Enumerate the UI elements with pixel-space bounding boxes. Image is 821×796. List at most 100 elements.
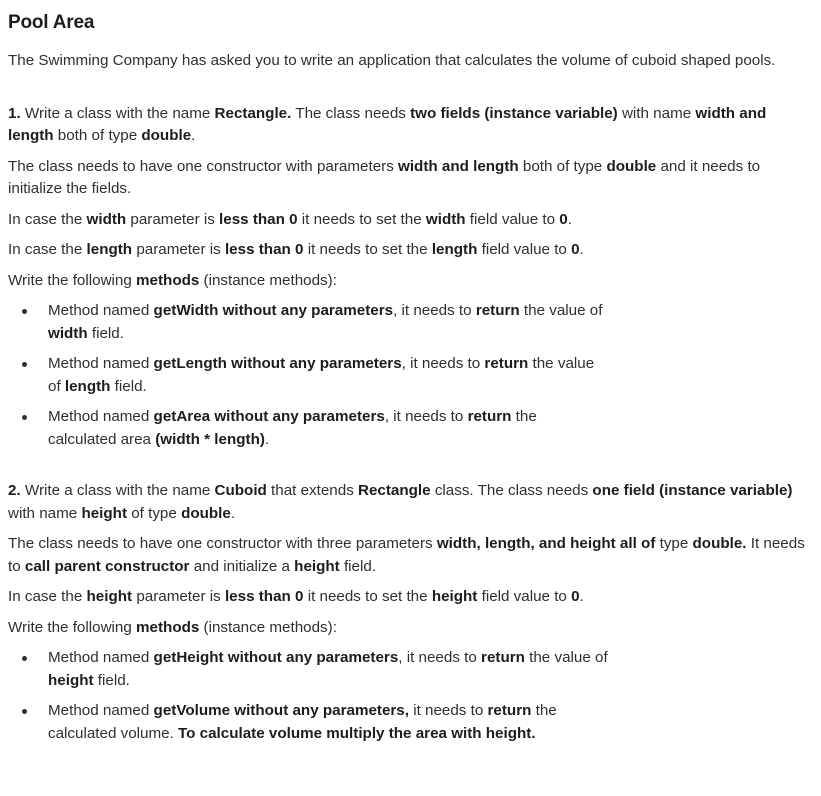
bold-text: call parent constructor — [24, 557, 190, 575]
bold-text: getArea without any parameters — [153, 408, 385, 425]
bold-text: return — [475, 302, 520, 319]
text-run: . — [567, 210, 572, 228]
text-run: and initialize a — [189, 557, 295, 575]
text-run: the value of — [519, 302, 603, 319]
bold-text: Rectangle — [358, 482, 431, 499]
text-run: the value of — [524, 649, 608, 666]
text-run: it needs to set the — [297, 210, 426, 228]
bold-text: double — [606, 157, 657, 175]
text-run: it needs to — [408, 702, 488, 719]
text-run: The class needs — [291, 104, 411, 122]
bold-text: less than 0 — [219, 210, 298, 228]
page-title: Pool Area — [8, 12, 95, 33]
text-run: . — [264, 430, 270, 448]
list-item-text: Method named getHeight without any param… — [48, 649, 608, 689]
bold-text: width — [86, 210, 127, 228]
section2-paragraph-2: The class needs to have one constructor … — [8, 533, 813, 578]
list-item: Method named getVolume without any param… — [8, 700, 608, 745]
bold-text: length — [64, 377, 111, 395]
list-item-text: Method named getLength without any param… — [48, 355, 594, 395]
text-run: both of type — [518, 157, 607, 175]
bold-text: To calculate volume multiply the area wi… — [178, 724, 536, 742]
bullet-icon — [22, 309, 27, 314]
bold-text: (width * length) — [155, 430, 265, 448]
text-run: class. The class needs — [430, 482, 593, 499]
bold-text: methods — [136, 618, 200, 636]
text-run: (instance methods): — [199, 618, 337, 636]
bold-text: 0 — [571, 241, 580, 258]
bold-text: return — [487, 702, 532, 719]
text-run: parameter is — [132, 588, 225, 605]
bullet-icon — [22, 709, 27, 714]
bold-text: getLength without any parameters — [153, 355, 402, 372]
list-item: Method named getLength without any param… — [8, 353, 608, 398]
bold-text: length — [86, 241, 133, 258]
text-run: , it needs to — [393, 302, 476, 319]
bold-text: height — [294, 557, 340, 575]
text-run: The class needs to have one constructor … — [8, 157, 399, 175]
text-run: field. — [339, 557, 377, 575]
bold-text: return — [481, 649, 525, 666]
bold-text: height — [48, 671, 94, 689]
section1-paragraph-1: 1. Write a class with the name Rectangle… — [8, 103, 813, 148]
text-run: parameter is — [126, 210, 220, 228]
section1-method-list: Method named getWidth without any parame… — [8, 300, 813, 451]
section1-paragraph-4: In case the length parameter is less tha… — [8, 239, 813, 262]
bold-text: 2. — [8, 482, 21, 499]
text-run: it needs to set the — [303, 241, 432, 258]
bold-text: height — [86, 588, 133, 605]
bold-text: getHeight without any parameters — [153, 649, 399, 666]
text-run: In case the — [8, 241, 87, 258]
text-run: parameter is — [132, 241, 225, 258]
bold-text: length — [431, 241, 478, 258]
text-run: field. — [87, 324, 124, 342]
text-run: both of type — [53, 127, 142, 144]
text-run: . — [230, 504, 236, 522]
bullet-icon — [22, 656, 27, 661]
text-run: , it needs to — [401, 355, 485, 372]
text-run: it needs to set the — [303, 588, 432, 605]
text-run: type — [655, 535, 693, 552]
text-run: . — [579, 241, 584, 258]
section2-paragraph-4: Write the following methods (instance me… — [8, 617, 813, 640]
text-run: , it needs to — [398, 649, 482, 666]
text-run: In case the — [8, 210, 87, 228]
text-run: Method named — [48, 702, 154, 719]
bold-text: width and length — [398, 157, 519, 175]
section2-paragraph-1: 2. Write a class with the name Cuboid th… — [8, 480, 813, 525]
bold-text: return — [484, 355, 529, 372]
bold-text: Cuboid — [214, 482, 267, 499]
bold-text: 0 — [571, 588, 580, 605]
text-run: Method named — [48, 302, 154, 319]
bold-text: double — [141, 127, 192, 144]
text-run: . — [191, 127, 196, 144]
bold-text: width — [48, 324, 88, 342]
bold-text: height — [81, 504, 128, 522]
bold-text: one field (instance variable) — [592, 482, 793, 499]
bold-text: 1. — [8, 104, 21, 122]
text-run: field value to — [477, 588, 572, 605]
bold-text: two fields (instance variable) — [410, 104, 618, 122]
bold-text: height — [431, 588, 478, 605]
bold-text: getVolume without any parameters, — [153, 702, 409, 719]
list-item-text: Method named getWidth without any parame… — [48, 302, 602, 342]
text-run: with name — [8, 504, 82, 522]
bullet-icon — [22, 362, 27, 367]
section2-method-list: Method named getHeight without any param… — [8, 647, 813, 745]
bold-text: double — [181, 504, 231, 522]
section-rectangle: 1. Write a class with the name Rectangle… — [8, 103, 813, 452]
text-run: with name — [617, 104, 696, 122]
section1-paragraph-5: Write the following methods (instance me… — [8, 270, 813, 293]
section1-paragraph-3: In case the width parameter is less than… — [8, 209, 813, 232]
list-item-text: Method named getArea without any paramet… — [48, 408, 537, 448]
text-run: field value to — [477, 241, 572, 258]
text-run: Write the following — [8, 271, 137, 289]
bold-text: width, length, and height all of — [436, 535, 656, 552]
list-item: Method named getArea without any paramet… — [8, 406, 608, 451]
list-item-text: Method named getVolume without any param… — [48, 702, 557, 742]
bold-text: Rectangle. — [214, 104, 292, 122]
text-run: . — [579, 588, 584, 605]
text-run: Write the following — [8, 618, 137, 636]
list-item: Method named getHeight without any param… — [8, 647, 608, 692]
text-run: The class needs to have one constructor … — [8, 535, 437, 552]
